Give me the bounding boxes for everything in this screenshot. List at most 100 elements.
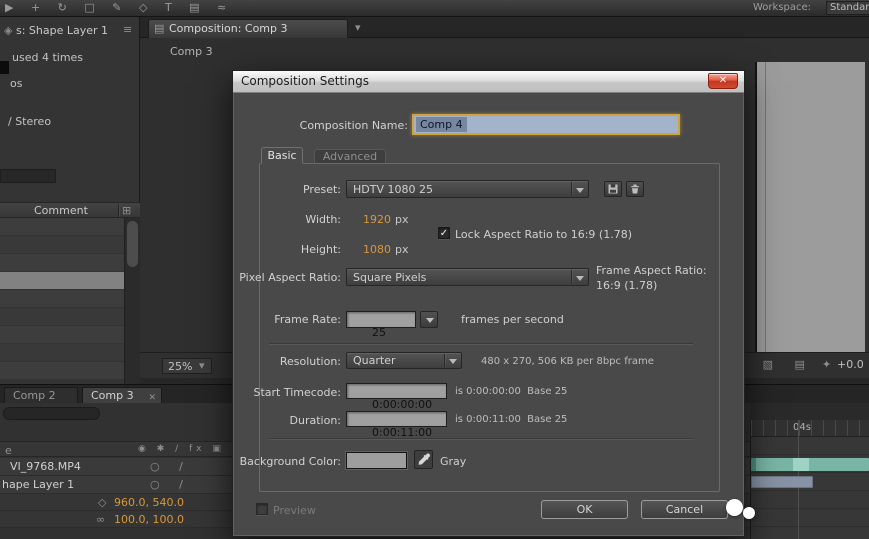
close-button[interactable]: ✕ bbox=[708, 73, 738, 89]
timeline-tab-comp2[interactable]: Comp 2 bbox=[4, 387, 78, 404]
pixel-aspect-dropdown[interactable]: Square Pixels bbox=[346, 268, 589, 286]
frame-rate-spinner[interactable] bbox=[420, 311, 438, 328]
project-row-stereo: / Stereo bbox=[8, 115, 51, 128]
chevron-down-icon bbox=[426, 318, 434, 323]
chevron-down-icon: ▾ bbox=[199, 359, 205, 373]
layer-bar-video[interactable] bbox=[751, 458, 869, 471]
comment-header-label: Comment bbox=[34, 204, 88, 217]
project-filter-field[interactable] bbox=[0, 169, 56, 183]
ok-button[interactable]: OK bbox=[541, 500, 628, 519]
preview-label: Preview bbox=[273, 504, 316, 517]
click-indicator-dot bbox=[726, 499, 743, 516]
frame-rate-input[interactable]: 25 bbox=[346, 311, 416, 328]
width-label: Width: bbox=[233, 213, 341, 226]
divider bbox=[269, 438, 693, 440]
top-toolbar: ▶ + ↻ □ ✎ ◇ T ▤ ≈ Workspace: Standar bbox=[0, 0, 869, 17]
layer-bar-shape[interactable] bbox=[751, 476, 813, 488]
composition-settings-dialog: Composition Settings ✕ Composition Name:… bbox=[232, 70, 745, 537]
list-item[interactable] bbox=[0, 344, 124, 362]
preset-label: Preset: bbox=[233, 183, 341, 196]
columns-icon[interactable]: ⊞ bbox=[122, 204, 131, 217]
layer-switch-icons[interactable]: ○ / bbox=[150, 478, 191, 491]
save-icon bbox=[607, 183, 619, 195]
preset-delete-button[interactable] bbox=[626, 181, 644, 197]
link-icon[interactable]: ∞ bbox=[96, 513, 105, 526]
resolution-dropdown[interactable]: Quarter bbox=[346, 352, 462, 369]
comp-viewer bbox=[755, 62, 865, 362]
start-timecode-label: Start Timecode: bbox=[233, 386, 341, 399]
viewer-edge-line bbox=[765, 62, 766, 362]
width-unit: px bbox=[395, 213, 409, 226]
zoom-dropdown[interactable]: 25% ▾ bbox=[162, 358, 212, 374]
duration-input[interactable]: 0:00:11:00 bbox=[346, 411, 447, 427]
comp-panel-tab[interactable]: ▤ Composition: Comp 3 bbox=[148, 19, 348, 38]
list-item[interactable] bbox=[0, 290, 124, 308]
frame-rate-label: Frame Rate: bbox=[233, 313, 341, 326]
preset-value: HDTV 1080 25 bbox=[353, 183, 433, 196]
cancel-button-label: Cancel bbox=[666, 503, 703, 516]
preset-dropdown[interactable]: HDTV 1080 25 bbox=[346, 180, 589, 198]
list-item[interactable] bbox=[0, 218, 124, 236]
panel-notch bbox=[0, 61, 9, 74]
close-icon: ✕ bbox=[719, 75, 727, 86]
project-row-shape-layer[interactable]: s: Shape Layer 1 bbox=[16, 24, 108, 37]
composition-name-input[interactable]: Comp 4 bbox=[412, 114, 680, 135]
exposure-icon[interactable]: ✦ bbox=[822, 358, 831, 371]
composition-name-value: Comp 4 bbox=[416, 117, 467, 132]
layer-switch-icons[interactable]: ○ / bbox=[150, 460, 191, 473]
resolution-label: Resolution: bbox=[233, 355, 341, 368]
toolbar-tool-icons[interactable]: ▶ + ↻ □ ✎ ◇ T ▤ ≈ bbox=[5, 1, 233, 14]
comment-column-header[interactable]: Comment ⊞ bbox=[0, 202, 140, 218]
list-item[interactable] bbox=[0, 254, 124, 272]
tab-label: Comp 3 bbox=[91, 389, 134, 402]
project-row-os: os bbox=[10, 77, 22, 90]
layer-name-column-header[interactable]: e bbox=[5, 444, 12, 457]
chevron-down-icon[interactable]: ▾ bbox=[355, 21, 361, 34]
list-item[interactable] bbox=[0, 308, 124, 326]
start-timecode-input[interactable]: 0:00:00:00 bbox=[346, 383, 447, 399]
project-scrollbar[interactable] bbox=[124, 218, 140, 385]
list-item-selected[interactable] bbox=[0, 272, 124, 290]
time-ruler[interactable]: 04s bbox=[751, 420, 869, 437]
start-timecode-info: is 0:00:00:00 Base 25 bbox=[455, 386, 567, 397]
height-unit: px bbox=[395, 243, 409, 256]
scale-value[interactable]: 100.0, 100.0 bbox=[114, 513, 184, 526]
pixel-aspect-label: Pixel Aspect Ratio: bbox=[233, 271, 341, 284]
timeline-search-box[interactable] bbox=[3, 407, 100, 420]
project-row-used: used 4 times bbox=[12, 51, 83, 64]
preview-checkbox[interactable] bbox=[256, 503, 268, 515]
chevron-down-icon bbox=[576, 276, 584, 281]
exposure-value[interactable]: +0.0 bbox=[837, 358, 864, 371]
track-area[interactable] bbox=[751, 437, 869, 539]
timeline-tab-comp3[interactable]: Comp 3 ✕ bbox=[82, 387, 162, 404]
tab-advanced[interactable]: Advanced bbox=[314, 149, 386, 164]
panel-menu-icon[interactable]: ≡ bbox=[123, 23, 132, 36]
workspace-label: Workspace: bbox=[753, 2, 811, 13]
background-color-swatch[interactable] bbox=[346, 452, 407, 469]
duration-label: Duration: bbox=[233, 414, 341, 427]
frame-rate-unit: frames per second bbox=[461, 313, 564, 326]
dialog-title: Composition Settings bbox=[241, 74, 369, 88]
list-item[interactable] bbox=[0, 362, 124, 380]
preset-save-button[interactable] bbox=[604, 181, 622, 197]
composition-name-label: Composition Name: bbox=[233, 119, 408, 132]
cancel-button[interactable]: Cancel bbox=[641, 500, 728, 519]
height-value[interactable]: 1080 bbox=[363, 243, 391, 256]
dialog-titlebar[interactable]: Composition Settings bbox=[233, 71, 744, 93]
comp-breadcrumb: Comp 3 bbox=[170, 45, 213, 58]
resolution-value: Quarter bbox=[353, 354, 396, 367]
lock-aspect-checkbox[interactable]: ✓ bbox=[438, 227, 450, 239]
eyedropper-button[interactable] bbox=[414, 450, 433, 469]
chevron-down-icon bbox=[576, 188, 584, 193]
list-item[interactable] bbox=[0, 326, 124, 344]
list-item[interactable] bbox=[0, 236, 124, 254]
project-item-list bbox=[0, 218, 124, 385]
workspace-dropdown[interactable]: Standar bbox=[826, 1, 869, 15]
position-value[interactable]: 960.0, 540.0 bbox=[114, 496, 184, 509]
column-divider[interactable] bbox=[118, 204, 119, 217]
comp-tab-label: Composition: Comp 3 bbox=[169, 20, 288, 38]
workspace-value: Standar bbox=[830, 2, 869, 13]
scrollbar-thumb[interactable] bbox=[127, 221, 138, 267]
tab-basic[interactable]: Basic bbox=[261, 147, 303, 164]
width-value[interactable]: 1920 bbox=[363, 213, 391, 226]
